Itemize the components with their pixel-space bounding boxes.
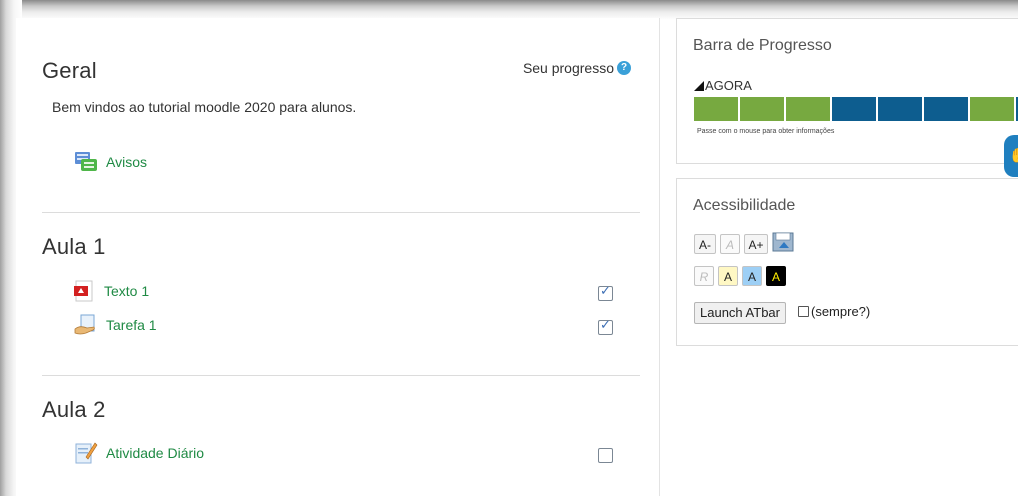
section-title: Aula 2: [42, 397, 106, 422]
now-label: AGORA: [705, 78, 752, 93]
progress-segment[interactable]: [786, 97, 830, 121]
activity-link[interactable]: Texto 1: [104, 283, 149, 299]
completion-checkbox[interactable]: [598, 448, 613, 463]
progress-bar: [694, 97, 1018, 121]
activity-avisos[interactable]: Avisos: [74, 150, 147, 174]
reset-colour-button[interactable]: R: [694, 266, 714, 286]
completion-checkbox[interactable]: [598, 284, 613, 301]
your-progress-label: Seu progresso: [522, 60, 614, 76]
block-title: Acessibilidade: [693, 197, 796, 214]
launch-atbar-button[interactable]: Launch ATbar: [694, 302, 786, 324]
section-divider: [42, 212, 640, 213]
activity-link[interactable]: Atividade Diário: [106, 445, 204, 461]
section-aula-1: Aula 1: [42, 234, 632, 260]
progress-bar-block: Barra de Progresso AGORA Passe com o mou…: [676, 18, 1018, 164]
colour-scheme-blue-button[interactable]: A: [742, 266, 762, 286]
progress-segment[interactable]: [832, 97, 876, 121]
section-divider: [42, 375, 640, 376]
help-icon[interactable]: ?: [617, 61, 631, 75]
section-title: Aula 1: [42, 234, 106, 259]
progress-segment[interactable]: [970, 97, 1014, 121]
accessibility-block: Acessibilidade A- A A+ R A A A Launch AT…: [676, 178, 1018, 346]
now-marker: AGORA: [694, 78, 752, 93]
completion-checkbox[interactable]: [598, 318, 613, 335]
now-arrow-icon: [694, 80, 704, 91]
always-label: (sempre?): [811, 304, 871, 319]
pdf-icon: [74, 280, 93, 302]
assignment-icon: [74, 314, 95, 335]
activity-link[interactable]: Tarefa 1: [106, 317, 157, 333]
window-shadow: [0, 0, 1018, 20]
increase-text-button[interactable]: A+: [744, 234, 768, 254]
section-summary: Bem vindos ao tutorial moodle 2020 para …: [52, 99, 357, 115]
hand-icon: ✋: [1009, 147, 1018, 163]
activity-atividade-diario[interactable]: Atividade Diário: [74, 441, 204, 465]
course-content: Geral Seu progresso ? Bem vindos ao tuto…: [16, 18, 660, 496]
your-progress: Seu progresso ?: [523, 60, 631, 76]
activity-texto-1[interactable]: Texto 1: [74, 280, 149, 302]
section-aula-2: Aula 2: [42, 397, 632, 423]
always-option: (sempre?): [798, 304, 870, 319]
save-settings-button[interactable]: [772, 231, 794, 255]
accessibility-toggle-button[interactable]: ✋: [1004, 135, 1018, 177]
forum-icon: [75, 152, 97, 171]
colour-scheme-yellow-button[interactable]: A: [718, 266, 738, 286]
activity-tarefa-1[interactable]: Tarefa 1: [74, 314, 157, 336]
colour-scheme-dark-button[interactable]: A: [766, 266, 786, 286]
always-checkbox[interactable]: [798, 306, 809, 317]
decrease-text-button[interactable]: A-: [694, 234, 716, 254]
progress-hint: Passe com o mouse para obter informações: [697, 128, 835, 135]
progress-segment[interactable]: [878, 97, 922, 121]
save-settings-icon: [772, 232, 794, 252]
journal-icon: [75, 442, 98, 464]
progress-segment[interactable]: [740, 97, 784, 121]
reset-text-button[interactable]: A: [720, 234, 740, 254]
block-title: Barra de Progresso: [693, 37, 832, 54]
progress-segment[interactable]: [924, 97, 968, 121]
activity-link[interactable]: Avisos: [106, 154, 147, 170]
progress-segment[interactable]: [694, 97, 738, 121]
